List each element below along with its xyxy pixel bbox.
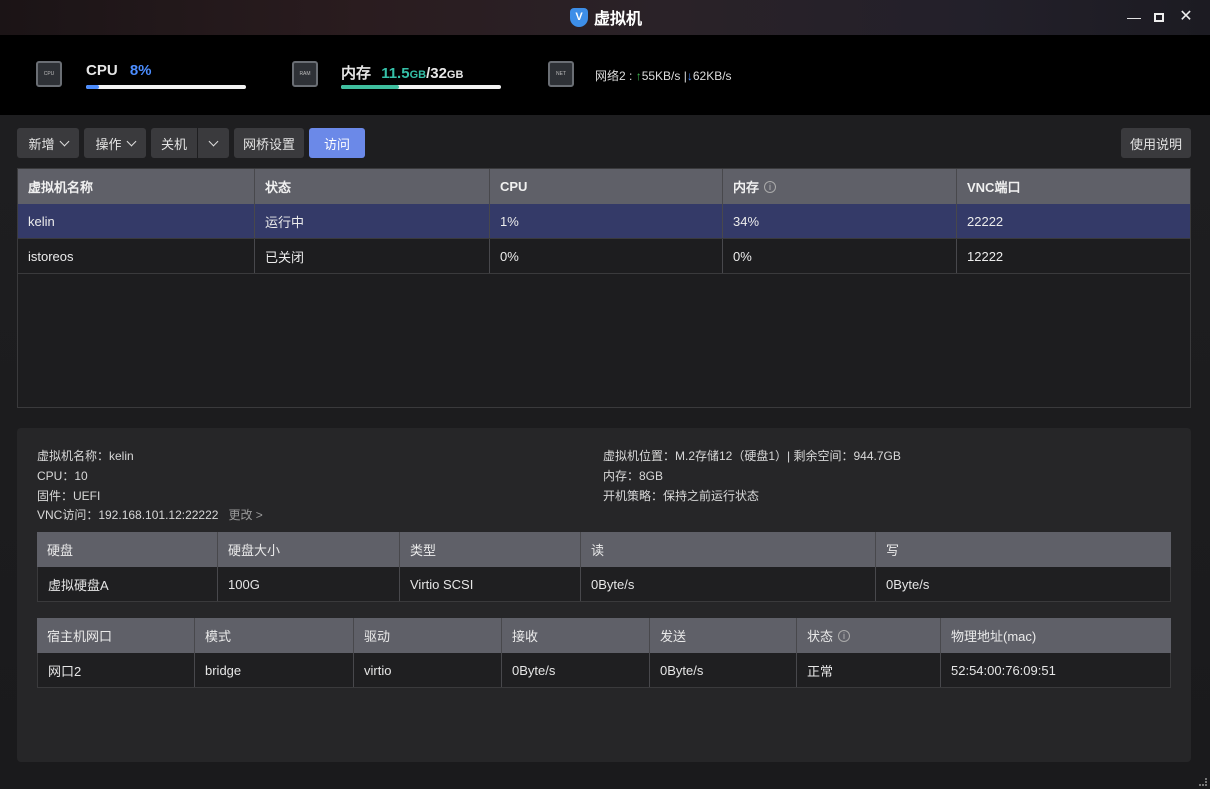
vm-cpu: 0% xyxy=(490,239,723,273)
detail-vnc: VNC访问：192.168.101.12:22222 更改 > xyxy=(37,508,263,522)
net-driver: virtio xyxy=(354,653,502,687)
cpu-usage-bar xyxy=(86,85,246,89)
maximize-icon[interactable] xyxy=(1149,8,1169,26)
net-mac: 52:54:00:76:09:51 xyxy=(951,662,1056,678)
memory-total: 32 xyxy=(430,65,447,82)
col-read: 读 xyxy=(581,532,876,567)
minimize-icon[interactable]: — xyxy=(1124,8,1144,26)
col-memory[interactable]: 内存 i xyxy=(723,169,957,204)
cpu-value: 8% xyxy=(129,62,152,79)
col-disk-size: 硬盘大小 xyxy=(218,532,400,567)
vm-table: 虚拟机名称 状态 CPU 内存 i VNC端口 kelin 运行中 1% 34% … xyxy=(17,168,1191,408)
network-speed: 网络2 : ↑55KB/s |↓62KB/s xyxy=(595,69,732,83)
main-content: 新增 操作 关机 网桥设置 访问 使用说明 虚拟机名称 状态 CPU 内存 i V… xyxy=(0,115,1210,789)
net-send: 0Byte/s xyxy=(650,653,797,687)
change-vnc-link[interactable]: 更改 > xyxy=(228,508,262,522)
disk-table: 硬盘 硬盘大小 类型 读 写 虚拟硬盘A 100G Virtio SCSI 0B… xyxy=(37,532,1171,602)
col-send: 发送 xyxy=(650,618,797,653)
ram-icon: RAM xyxy=(292,61,318,87)
title-bar: V 虚拟机 — ✕ xyxy=(0,0,1210,35)
col-cpu[interactable]: CPU xyxy=(490,169,723,204)
vm-name: kelin xyxy=(18,204,255,238)
vm-name: istoreos xyxy=(18,239,255,273)
disk-type: Virtio SCSI xyxy=(400,567,581,601)
disk-write: 0Byte/s xyxy=(886,576,930,592)
vm-vnc-port: 22222 xyxy=(967,213,1004,229)
window-title-text: 虚拟机 xyxy=(594,11,643,28)
visit-button[interactable]: 访问 xyxy=(309,128,365,158)
vm-table-header: 虚拟机名称 状态 CPU 内存 i VNC端口 xyxy=(18,169,1190,204)
disk-table-header: 硬盘 硬盘大小 类型 读 写 xyxy=(37,532,1171,567)
resize-grip-icon[interactable] xyxy=(1199,778,1207,786)
upload-speed: 55KB/s xyxy=(641,69,681,83)
net-status: 正常 xyxy=(797,653,941,687)
detail-memory: 内存：8GB xyxy=(603,469,664,483)
app-logo-icon: V xyxy=(570,7,588,27)
window-title: V 虚拟机 xyxy=(570,6,642,28)
col-driver: 驱动 xyxy=(354,618,502,653)
col-status[interactable]: 状态 xyxy=(255,169,490,204)
chevron-down-icon xyxy=(59,136,69,146)
col-vm-name[interactable]: 虚拟机名称 xyxy=(18,169,255,204)
col-mac: 物理地址(mac) xyxy=(951,629,1037,644)
col-receive: 接收 xyxy=(502,618,650,653)
shutdown-options-button[interactable] xyxy=(198,128,229,158)
close-icon[interactable]: ✕ xyxy=(1176,8,1196,26)
detail-vm-name: 虚拟机名称：kelin xyxy=(37,449,134,463)
network-table: 宿主机网口 模式 驱动 接收 发送 状态 i 物理地址(mac) 网口2 brid… xyxy=(37,618,1171,688)
vm-memory: 34% xyxy=(723,204,957,238)
detail-cpu: CPU：10 xyxy=(37,469,88,483)
chevron-down-icon xyxy=(126,136,136,146)
vm-row[interactable]: istoreos 已关闭 0% 0% 12222 xyxy=(18,239,1190,274)
memory-usage-bar xyxy=(341,85,501,89)
cpu-usage-fill xyxy=(86,85,99,89)
network-table-header: 宿主机网口 模式 驱动 接收 发送 状态 i 物理地址(mac) xyxy=(37,618,1171,653)
net-mode: bridge xyxy=(195,653,354,687)
new-dropdown-button[interactable]: 新增 xyxy=(17,128,79,158)
info-icon: i xyxy=(838,629,851,642)
help-button[interactable]: 使用说明 xyxy=(1121,128,1191,158)
col-host-port: 宿主机网口 xyxy=(37,618,195,653)
disk-row: 虚拟硬盘A 100G Virtio SCSI 0Byte/s 0Byte/s xyxy=(37,567,1171,602)
network-row: 网口2 bridge virtio 0Byte/s 0Byte/s 正常 52:… xyxy=(37,653,1171,688)
resource-stats-bar: CPU CPU 8% RAM 内存 11.5GB/32GB NET 网络2 : … xyxy=(0,35,1210,115)
chevron-down-icon xyxy=(208,136,219,146)
vm-detail-panel: 虚拟机名称：kelin CPU：10 固件：UEFI VNC访问：192.168… xyxy=(17,428,1191,762)
detail-firmware: 固件：UEFI xyxy=(37,489,101,503)
vm-status: 运行中 xyxy=(255,204,490,238)
download-speed: 62KB/s xyxy=(692,69,732,83)
cpu-chip-icon: CPU xyxy=(36,61,62,87)
col-type: 类型 xyxy=(400,532,581,567)
col-write: 写 xyxy=(886,543,900,558)
vm-status: 已关闭 xyxy=(255,239,490,273)
vm-cpu: 1% xyxy=(490,204,723,238)
detail-boot-policy: 开机策略：保持之前运行状态 xyxy=(603,489,760,503)
shutdown-button[interactable]: 关机 xyxy=(151,128,197,158)
col-disk: 硬盘 xyxy=(37,532,218,567)
network-icon: NET xyxy=(548,61,574,87)
vm-memory: 0% xyxy=(723,239,957,273)
disk-size: 100G xyxy=(218,567,400,601)
memory-label: 内存 11.5GB/32GB xyxy=(341,65,464,82)
disk-name: 虚拟硬盘A xyxy=(38,567,218,601)
memory-usage-fill xyxy=(341,85,399,89)
cpu-label: CPU 8% xyxy=(86,62,152,79)
col-mode: 模式 xyxy=(195,618,354,653)
info-icon: i xyxy=(764,180,777,193)
vm-row[interactable]: kelin 运行中 1% 34% 22222 xyxy=(18,204,1190,239)
disk-read: 0Byte/s xyxy=(581,567,876,601)
vm-vnc-port: 12222 xyxy=(967,248,1004,264)
bridge-settings-button[interactable]: 网桥设置 xyxy=(234,128,304,158)
net-port: 网口2 xyxy=(38,653,195,687)
action-dropdown-button[interactable]: 操作 xyxy=(84,128,146,158)
col-net-status: 状态 i xyxy=(797,618,941,653)
col-vnc-port[interactable]: VNC端口 xyxy=(957,169,1190,204)
memory-used: 11.5 xyxy=(381,65,410,82)
detail-location: 虚拟机位置：M.2存储12（硬盘1）| 剩余空间：944.7GB xyxy=(603,449,901,463)
net-receive: 0Byte/s xyxy=(502,653,650,687)
